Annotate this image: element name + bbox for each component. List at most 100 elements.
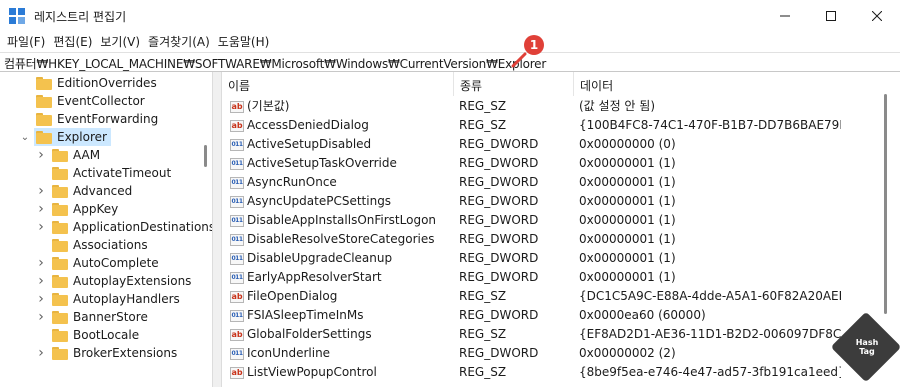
chevron-down-icon[interactable]: ⌄ xyxy=(20,128,30,146)
column-header-type[interactable]: 종류 xyxy=(454,72,574,96)
chevron-right-icon[interactable]: › xyxy=(36,218,46,236)
folder-icon xyxy=(52,238,68,252)
tree-item-label: ApplicationDestinations xyxy=(73,220,212,234)
chevron-right-icon[interactable]: › xyxy=(36,182,46,200)
value-row[interactable]: 011 DisableAppInstallsOnFirstLogon REG_DWO… xyxy=(222,211,882,230)
tree-item[interactable]: EventForwarding xyxy=(34,110,162,128)
folder-icon xyxy=(36,130,52,144)
value-list[interactable]: 이름 종류 데이터 ab (기본값) REG_SZ (값 설정 안 됨) ab Acces… xyxy=(222,72,900,387)
value-type: REG_SZ xyxy=(459,327,507,341)
value-type: REG_DWORD xyxy=(459,308,539,322)
folder-icon xyxy=(52,346,68,360)
folder-icon xyxy=(52,256,68,270)
value-row[interactable]: 011 DisableResolveStoreCategories REG_DWOR… xyxy=(222,230,882,249)
value-type: REG_DWORD xyxy=(459,232,539,246)
tree-item[interactable]: › Advanced xyxy=(38,182,136,200)
chevron-right-icon[interactable]: › xyxy=(36,254,46,272)
tree-item-label: ActivateTimeout xyxy=(73,166,172,180)
key-tree[interactable]: EditionOverrides EventCollector EventForwa… xyxy=(0,72,212,387)
value-type: REG_DWORD xyxy=(459,270,539,284)
chevron-right-icon[interactable]: › xyxy=(36,146,46,164)
tree-item[interactable]: › AAM xyxy=(38,146,104,164)
maximize-icon xyxy=(826,10,836,21)
value-name: DisableResolveStoreCategories xyxy=(247,232,435,246)
tree-item[interactable]: › ApplicationDestinations xyxy=(38,218,212,236)
value-row[interactable]: ab GlobalFolderSettings REG_SZ {EF8AD2D1-AE… xyxy=(222,325,882,344)
tree-item[interactable]: › AutoplayHandlers xyxy=(38,290,184,308)
tree-item[interactable]: › BrokerExtensions xyxy=(38,344,181,362)
tree-item[interactable]: › AutoplayExtensions xyxy=(38,272,195,290)
value-data: 0x00000002 (2) xyxy=(579,346,676,360)
tree-item[interactable]: BootLocale xyxy=(50,326,143,344)
value-type: REG_DWORD xyxy=(459,156,539,170)
value-row[interactable]: ab FileOpenDialog REG_SZ {DC1C5A9C-E88A-4dd… xyxy=(222,287,882,306)
value-row[interactable]: ab (기본값) REG_SZ (값 설정 안 됨) xyxy=(222,97,882,116)
folder-icon xyxy=(52,328,68,342)
pane-splitter[interactable] xyxy=(212,72,222,387)
value-row[interactable]: 011 AsyncUpdatePCSettings REG_DWORD 0x00000… xyxy=(222,192,882,211)
value-data: {DC1C5A9C-E88A-4dde-A5A1-60F82A20AEF7} xyxy=(579,289,841,303)
tree-item-label: AutoplayExtensions xyxy=(73,274,192,288)
menu-view[interactable]: 보기(V) xyxy=(98,31,146,51)
value-row[interactable]: 011 FSIASleepTimeInMs REG_DWORD 0x0000ea60 … xyxy=(222,306,882,325)
chevron-right-icon[interactable]: › xyxy=(36,272,46,290)
value-row[interactable]: 011 ActiveSetupDisabled REG_DWORD 0x0000000… xyxy=(222,135,882,154)
value-row[interactable]: 011 DisableUpgradeCleanup REG_DWORD 0x00000… xyxy=(222,249,882,268)
tree-item[interactable]: Associations xyxy=(50,236,152,254)
folder-icon xyxy=(36,94,52,108)
folder-icon xyxy=(52,148,68,162)
folder-icon xyxy=(36,76,52,90)
folder-icon xyxy=(52,166,68,180)
tree-item[interactable]: EditionOverrides xyxy=(34,74,161,92)
list-scrollbar[interactable] xyxy=(884,94,887,314)
dword-value-icon: 011 xyxy=(230,252,244,265)
tree-item-label: EditionOverrides xyxy=(57,76,157,90)
column-header-name[interactable]: 이름 xyxy=(222,72,454,96)
tree-item-label: Advanced xyxy=(73,184,133,198)
maximize-button[interactable] xyxy=(808,0,854,31)
folder-icon xyxy=(52,202,68,216)
value-name: GlobalFolderSettings xyxy=(247,327,372,341)
value-row[interactable]: 011 AsyncRunOnce REG_DWORD 0x00000001 (1) xyxy=(222,173,882,192)
dword-value-icon: 011 xyxy=(230,176,244,189)
column-header-data[interactable]: 데이터 xyxy=(574,72,844,96)
folder-icon xyxy=(52,310,68,324)
regedit-app-icon xyxy=(9,8,25,24)
chevron-right-icon[interactable]: › xyxy=(36,200,46,218)
menu-help[interactable]: 도움말(H) xyxy=(216,31,276,51)
tree-item[interactable]: › BannerStore xyxy=(38,308,152,326)
watermark-text: Hash Tag xyxy=(855,338,879,356)
tree-item-label: BannerStore xyxy=(73,310,148,324)
minimize-button[interactable] xyxy=(762,0,808,31)
menu-favorites[interactable]: 즐겨찾기(A) xyxy=(146,31,216,51)
chevron-right-icon[interactable]: › xyxy=(36,290,46,308)
value-data: 0x00000001 (1) xyxy=(579,270,676,284)
value-row[interactable]: 011 IconUnderline REG_DWORD 0x00000002 (2) xyxy=(222,344,882,363)
close-icon xyxy=(872,10,882,21)
tree-item[interactable]: › AutoComplete xyxy=(38,254,163,272)
value-data: 0x00000001 (1) xyxy=(579,175,676,189)
tree-item-label: BrokerExtensions xyxy=(73,346,178,360)
close-button[interactable] xyxy=(854,0,900,31)
value-row[interactable]: ab AccessDeniedDialog REG_SZ {100B4FC8-74C1… xyxy=(222,116,882,135)
tree-item[interactable]: ⌄ Explorer xyxy=(21,128,111,146)
value-row[interactable]: 011 EarlyAppResolverStart REG_DWORD 0x00000… xyxy=(222,268,882,287)
tree-item[interactable]: EventCollector xyxy=(34,92,149,110)
address-path[interactable]: 컴퓨터₩HKEY_LOCAL_MACHINE₩SOFTWARE₩Microsof… xyxy=(4,55,546,72)
value-type: REG_DWORD xyxy=(459,175,539,189)
chevron-right-icon[interactable]: › xyxy=(36,308,46,326)
menu-file[interactable]: 파일(F) xyxy=(5,31,51,51)
value-type: REG_SZ xyxy=(459,365,507,379)
value-row[interactable]: ab ListViewPopupControl REG_SZ {8be9f5ea-e7… xyxy=(222,363,882,382)
chevron-right-icon[interactable]: › xyxy=(36,344,46,362)
value-row[interactable]: 011 ActiveSetupTaskOverride REG_DWORD 0x000… xyxy=(222,154,882,173)
address-bar[interactable]: 컴퓨터₩HKEY_LOCAL_MACHINE₩SOFTWARE₩Microsof… xyxy=(0,52,900,72)
value-name: AccessDeniedDialog xyxy=(247,118,369,132)
tree-scrollbar[interactable] xyxy=(204,145,207,167)
menu-edit[interactable]: 편집(E) xyxy=(51,31,98,51)
value-data: {100B4FC8-74C1-470F-B1B7-DD7B6BAE79BD} xyxy=(579,118,841,132)
menu-bar: 파일(F) 편집(E) 보기(V) 즐겨찾기(A) 도움말(H) xyxy=(0,31,900,51)
tree-item[interactable]: ActivateTimeout xyxy=(50,164,175,182)
value-name: AsyncUpdatePCSettings xyxy=(247,194,392,208)
tree-item[interactable]: › AppKey xyxy=(38,200,122,218)
